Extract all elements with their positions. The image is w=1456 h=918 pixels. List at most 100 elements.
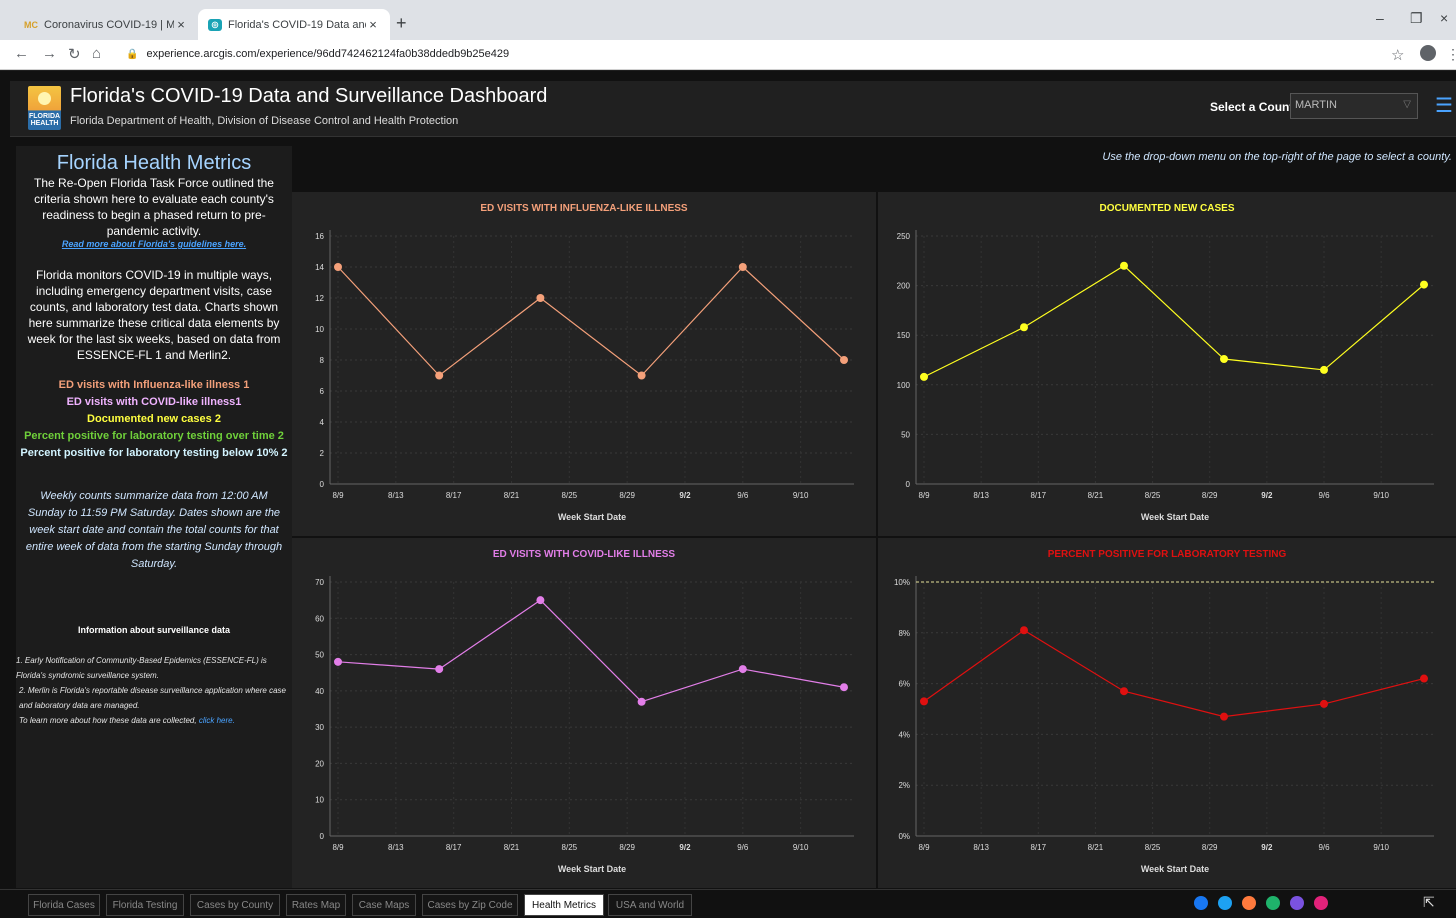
x-tick-label: 9/10	[793, 843, 809, 852]
blog-icon[interactable]	[1242, 896, 1256, 910]
hamburger-menu-icon[interactable]: ☰	[1435, 93, 1453, 118]
new-tab-icon[interactable]: +	[396, 13, 407, 34]
data-point	[738, 263, 747, 271]
county-select[interactable]: MARTIN ▽	[1290, 93, 1418, 119]
y-tick-label: 14	[315, 263, 324, 272]
account-icon[interactable]	[1420, 45, 1436, 61]
address-bar: ← → ↻ ⌂ 🔒 experience.arcgis.com/experienc…	[0, 40, 1456, 70]
body-text: Florida monitors COVID-19 in multiple wa…	[27, 268, 281, 362]
y-tick-label: 0	[320, 832, 325, 841]
county-label: Select a County	[1210, 100, 1301, 114]
x-tick-label: 8/29	[619, 491, 635, 500]
tab-health-metrics[interactable]: Health Metrics	[524, 894, 604, 916]
data-point	[1120, 261, 1128, 270]
data-point	[637, 371, 646, 380]
chart-svg: 0 50 100 150 200 250 8/9 8/13 8/17 8/21 8/25 8/29 9/…	[897, 230, 1434, 522]
tab-florida-testing[interactable]: Florida Testing	[106, 894, 184, 916]
twitter-icon[interactable]	[1218, 896, 1232, 910]
data-point	[1020, 626, 1028, 635]
data-point	[1120, 687, 1128, 696]
url-field[interactable]: 🔒 experience.arcgis.com/experience/96dd74…	[126, 48, 509, 60]
tab-case-maps[interactable]: Case Maps	[352, 894, 416, 916]
tab-cases-by-zip[interactable]: Cases by Zip Code	[422, 894, 518, 916]
x-tick-label: 8/13	[973, 843, 989, 852]
click-here-link[interactable]: click here.	[199, 716, 235, 725]
x-tick-label: 8/9	[918, 843, 930, 852]
data-point	[1420, 674, 1428, 683]
note-learn: To learn more about how these data are c…	[16, 713, 292, 728]
y-tick-label: 50	[315, 651, 324, 660]
y-tick-label: 0	[906, 480, 911, 489]
forward-icon[interactable]: →	[42, 45, 57, 62]
intro-text: The Re-Open Florida Task Force outlined …	[34, 176, 274, 238]
data-point	[840, 683, 848, 692]
y-tick-label: 10	[315, 325, 324, 334]
tab-florida-cases[interactable]: Florida Cases	[28, 894, 100, 916]
y-tick-label: 12	[315, 294, 324, 303]
close-window-icon[interactable]: ×	[1440, 10, 1448, 26]
data-point	[1320, 365, 1328, 374]
x-tick-label: 8/9	[332, 843, 344, 852]
chevron-down-icon: ▽	[1403, 99, 1411, 110]
home-icon[interactable]: ⌂	[92, 45, 101, 62]
back-icon[interactable]: ←	[14, 45, 29, 62]
instagram-icon[interactable]	[1266, 896, 1280, 910]
data-point	[1220, 712, 1228, 721]
mc-favicon-icon: MC	[24, 19, 38, 30]
bookmark-star-icon[interactable]: ☆	[1391, 46, 1404, 64]
bottom-tab-bar: Florida Cases Florida Testing Cases by C…	[0, 889, 1456, 918]
note-learn-text: To learn more about how these data are c…	[19, 716, 197, 725]
close-tab-icon[interactable]: ×	[174, 17, 188, 32]
data-point	[536, 596, 545, 605]
series-line	[923, 629, 1425, 718]
y-tick-label: 10	[315, 796, 324, 805]
panel-title: Florida Health Metrics	[56, 152, 252, 174]
x-axis-title: Week Start Date	[558, 864, 626, 874]
youtube-icon[interactable]	[1290, 896, 1304, 910]
county-instruction: Use the drop-down menu on the top-right …	[1102, 151, 1452, 163]
close-tab-icon[interactable]: ×	[366, 17, 380, 32]
share-icon[interactable]	[1314, 896, 1328, 910]
data-point	[334, 657, 342, 666]
y-tick-label: 2%	[898, 781, 910, 790]
dashboard: FLORIDA HEALTH Florida's COVID-19 Data a…	[0, 71, 1456, 918]
open-external-icon[interactable]: ⇱	[1423, 894, 1435, 911]
x-tick-label: 8/13	[388, 843, 404, 852]
restore-icon[interactable]: ❐	[1410, 10, 1423, 27]
note-essence: 1. Early Notification of Community-Based…	[16, 656, 267, 680]
legend-cases: Documented new cases 2	[87, 413, 221, 425]
x-tick-label: 9/6	[1318, 491, 1330, 500]
weekly-note: Weekly counts summarize data from 12:00 …	[25, 490, 283, 570]
browser-tab-martin[interactable]: MC Coronavirus COVID-19 | Martin C ×	[14, 9, 198, 40]
y-tick-label: 60	[315, 614, 324, 623]
menu-kebab-icon[interactable]: ⋮	[1446, 46, 1456, 63]
legend-pos10: Percent positive for laboratory testing …	[20, 447, 288, 459]
reload-icon[interactable]: ↻	[68, 45, 81, 63]
series-line	[337, 599, 845, 703]
y-tick-label: 4%	[898, 730, 910, 739]
chart-panel-flu: ED VISITS WITH INFLUENZA-LIKE ILLNESS 02…	[292, 192, 876, 536]
x-tick-label: 9/6	[1318, 843, 1330, 852]
metrics-legend: ED visits with Influenza-like illness 1 …	[16, 377, 292, 462]
guidelines-link[interactable]: Read more about Florida's guidelines her…	[16, 239, 292, 249]
page-title: Florida's COVID-19 Data and Surveillance…	[70, 85, 548, 107]
x-tick-label: 8/25	[1145, 491, 1161, 500]
tab-title: Coronavirus COVID-19 | Martin C	[44, 18, 174, 31]
y-tick-label: 4	[320, 418, 325, 427]
x-tick-label: 8/29	[619, 843, 635, 852]
tab-usa-and-world[interactable]: USA and World	[608, 894, 692, 916]
x-tick-label: 8/17	[1030, 843, 1046, 852]
x-tick-label: 8/9	[918, 491, 930, 500]
x-tick-label: 8/17	[446, 843, 462, 852]
facebook-icon[interactable]	[1194, 896, 1208, 910]
minimize-icon[interactable]: –	[1376, 10, 1384, 26]
y-tick-label: 150	[897, 331, 911, 340]
y-tick-label: 6	[320, 387, 325, 396]
y-tick-label: 6%	[898, 680, 910, 689]
tab-rates-map[interactable]: Rates Map	[286, 894, 346, 916]
tab-cases-by-county[interactable]: Cases by County	[190, 894, 280, 916]
browser-tab-dashboard[interactable]: ◎ Florida's COVID-19 Data and Ma ×	[198, 9, 390, 40]
data-point	[536, 294, 545, 302]
browser-tab-bar: MC Coronavirus COVID-19 | Martin C × ◎ F…	[0, 0, 1456, 40]
florida-health-logo: FLORIDA HEALTH	[28, 86, 61, 130]
